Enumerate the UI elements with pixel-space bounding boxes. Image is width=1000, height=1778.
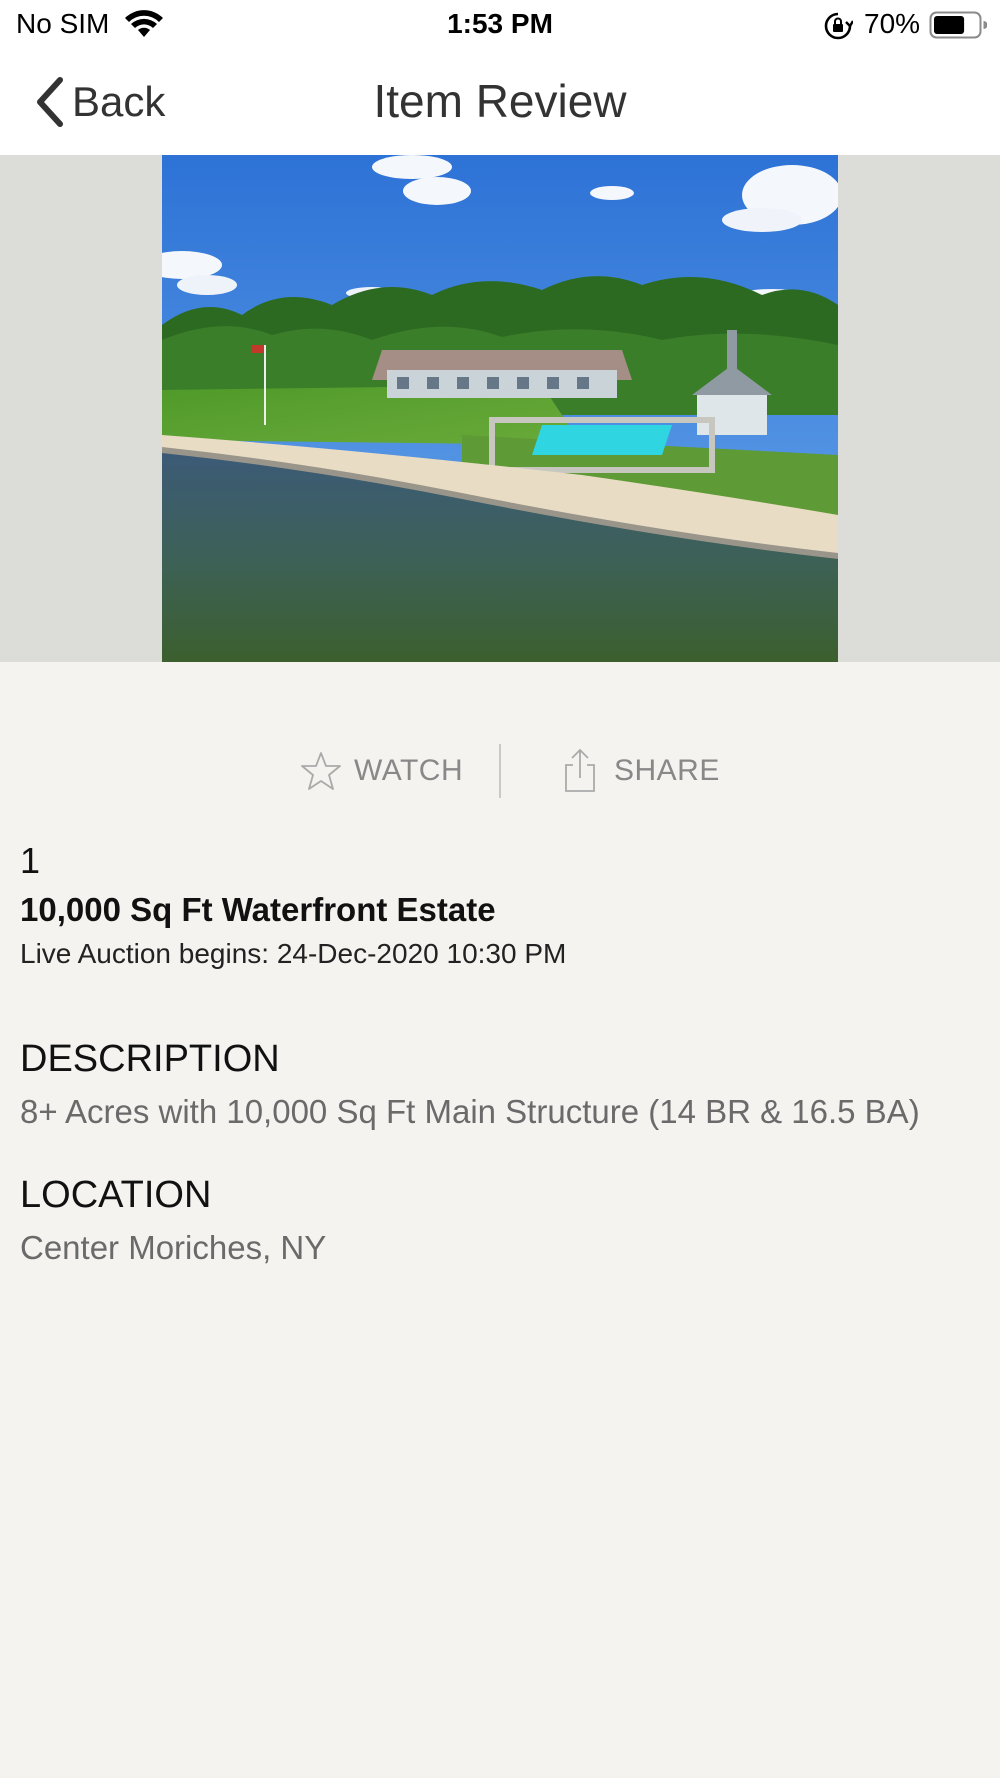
share-label: SHARE xyxy=(614,754,720,787)
location-text: Center Moriches, NY xyxy=(20,1229,327,1266)
hero-image-area xyxy=(0,155,1000,662)
location-heading: LOCATION xyxy=(20,1174,212,1216)
nav-bar: Back Item Review xyxy=(0,52,1000,155)
item-photo[interactable] xyxy=(162,155,838,662)
page-title: Item Review xyxy=(373,75,627,127)
battery-percent: 70% xyxy=(864,8,921,39)
share-button[interactable]: SHARE xyxy=(562,742,720,800)
battery-icon xyxy=(929,11,987,39)
watch-label: WATCH xyxy=(354,754,464,787)
action-bar: WATCH SHARE xyxy=(0,742,1000,800)
share-icon xyxy=(565,748,595,792)
status-bar: No SIM 1:53 PM 70% xyxy=(0,0,1000,52)
star-outline-icon xyxy=(301,752,341,790)
item-title: 10,000 Sq Ft Waterfront Estate xyxy=(20,891,496,928)
watch-button[interactable]: WATCH xyxy=(300,742,463,800)
lot-number: 1 xyxy=(20,840,41,881)
orientation-lock-icon xyxy=(824,12,853,40)
action-divider xyxy=(499,744,501,798)
auction-start-time: Live Auction begins: 24-Dec-2020 10:30 P… xyxy=(20,938,567,969)
description-text: 8+ Acres with 10,000 Sq Ft Main Structur… xyxy=(20,1093,920,1130)
description-heading: DESCRIPTION xyxy=(20,1038,280,1080)
